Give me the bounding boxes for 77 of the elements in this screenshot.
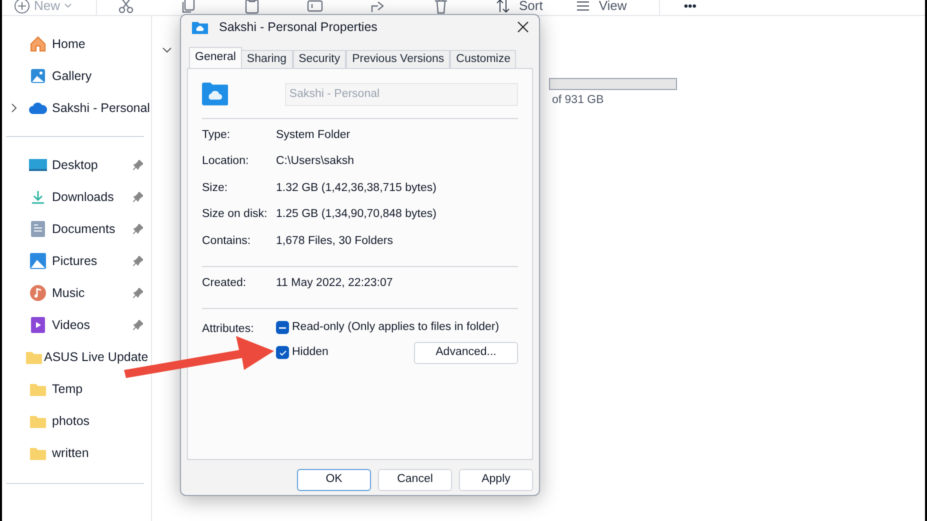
chevron-down-icon[interactable] [162, 46, 172, 54]
nav-item[interactable]: Temp [2, 373, 151, 405]
clipboard-icon[interactable] [243, 0, 262, 14]
folder-icon [30, 414, 46, 428]
nav-item[interactable]: Documents [2, 213, 151, 245]
property-value: 11 May 2022, 22:23:07 [276, 276, 393, 291]
dialog-button[interactable]: Apply [459, 469, 533, 491]
sort-arrows-icon [495, 0, 512, 14]
film-icon [31, 317, 45, 333]
nav-item[interactable]: Videos [2, 309, 151, 341]
close-icon[interactable] [517, 21, 529, 33]
attribute-checkbox-label[interactable]: Hidden [276, 344, 328, 362]
image-icon [29, 67, 47, 85]
more-button[interactable]: ••• [658, 0, 696, 14]
document-icon [31, 221, 45, 237]
nav-item[interactable]: ASUS Live Update [2, 341, 151, 373]
pin-icon[interactable] [133, 160, 143, 170]
pin-icon[interactable] [133, 288, 143, 298]
checkmark-icon [278, 350, 286, 356]
dialog-button[interactable]: OK [297, 469, 371, 491]
sort-button[interactable]: Sort [495, 0, 543, 16]
nav-item[interactable]: written [2, 437, 151, 469]
checkbox[interactable] [276, 321, 289, 334]
scissors-icon[interactable] [117, 0, 136, 14]
tab[interactable]: Customize [450, 50, 516, 68]
view-button[interactable]: View [574, 0, 627, 16]
tab[interactable]: Security [292, 50, 346, 68]
property-label: Type: [202, 128, 232, 143]
nav-item[interactable]: Music [2, 277, 151, 309]
chevron-right-icon[interactable] [10, 103, 18, 113]
plus-icon [14, 0, 30, 14]
advanced-button[interactable]: Advanced... [414, 342, 518, 364]
property-label: Location: [202, 154, 250, 170]
pin-icon[interactable] [133, 256, 143, 266]
property-value: 1.32 GB (1,42,36,38,715 bytes) [276, 180, 436, 196]
property-label: Size: [202, 180, 229, 196]
nav-item[interactable]: Desktop [2, 149, 151, 181]
caret-icon [64, 2, 72, 8]
property-value: System Folder [276, 128, 350, 143]
property-value: C:\Users\saksh [276, 154, 354, 170]
attribute-checkbox-label[interactable]: Read-only (Only applies to files in folder) [276, 318, 500, 336]
property-value: 1.25 GB (1,34,90,70,848 bytes) [276, 207, 436, 222]
dialog-title: Sakshi - Personal Properties [219, 18, 378, 36]
property-label: Size on disk: [202, 207, 268, 222]
nav-item[interactable]: Gallery [2, 60, 151, 92]
pin-icon[interactable] [133, 320, 143, 330]
cloud-icon [28, 101, 48, 115]
cloud-folder-icon [202, 82, 228, 106]
attributes-label: Attributes: [202, 322, 255, 337]
property-label: Created: [202, 276, 248, 291]
property-label: Contains: [202, 234, 252, 250]
tab[interactable]: Sharing [240, 50, 293, 68]
folder-icon [26, 350, 42, 364]
folder-icon [30, 382, 46, 396]
pin-icon[interactable] [133, 192, 143, 202]
tab[interactable]: Previous Versions [346, 50, 450, 68]
image-icon [30, 253, 46, 269]
cloud-folder-icon [192, 20, 208, 34]
checkbox[interactable] [276, 346, 289, 360]
download-arrow-icon [30, 189, 46, 205]
nav-item[interactable]: photos [2, 405, 151, 437]
storage-text: of 931 GB [552, 93, 605, 108]
music-note-icon [30, 285, 46, 301]
tab[interactable]: General [189, 47, 242, 68]
monitor-icon [29, 158, 47, 172]
nav-item[interactable]: Downloads [2, 181, 151, 213]
pin-icon[interactable] [133, 224, 143, 234]
property-value: 1,678 Files, 30 Folders [276, 234, 393, 250]
dash-icon [279, 326, 286, 329]
rename-icon[interactable] [306, 0, 324, 14]
dialog-button[interactable]: Cancel [378, 469, 452, 491]
view-lines-icon [574, 0, 591, 14]
house-icon [29, 35, 47, 53]
nav-item[interactable]: Pictures [2, 245, 151, 277]
folder-icon [30, 446, 46, 460]
nav-item[interactable]: Sakshi - Personal [2, 92, 151, 124]
nav-item[interactable]: Home [2, 28, 151, 60]
